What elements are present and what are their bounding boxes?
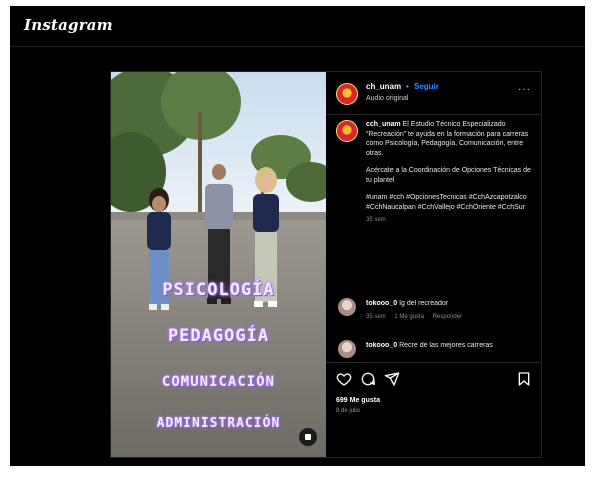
action-bar: 699 Me gusta 8 de julio — [326, 362, 541, 458]
post-modal: PSICOLOGÍA PEDAGOGÍA COMUNICACIÓN ADMINI… — [110, 71, 542, 458]
comment-meta: 35 sem 1 Me gusta Responder — [366, 314, 469, 320]
overlay-comunicacion: COMUNICACIÓN — [161, 374, 276, 390]
bookmark-icon[interactable] — [516, 371, 532, 387]
comment-avatar[interactable] — [338, 340, 356, 358]
top-bar: Instagram — [10, 6, 585, 47]
post-header: ch_unam • Seguir Audio original ··· — [326, 72, 541, 115]
caption-avatar[interactable] — [336, 120, 358, 142]
comment-text: tokooo_0 Ig del recreador — [366, 300, 536, 307]
caption-hashtags[interactable]: #unam #cch #OpcionesTecnicas #CchAzcapot… — [366, 193, 534, 212]
heart-icon[interactable] — [336, 371, 352, 387]
overlay-pedagogia: PEDAGOGÍA — [167, 326, 270, 346]
instagram-frame: Instagram PSICOLOGÍA PEDAGOGÍA COMUNICAC… — [10, 6, 585, 466]
comments-list: tokooo_0 Ig del recreador 35 sem 1 Me gu… — [326, 292, 541, 358]
overlay-administracion: ADMINISTRACIÓN — [156, 416, 281, 431]
caption-text: cch_unam El Estudio Técnico Especializad… — [366, 120, 534, 226]
comment-username[interactable]: tokooo_0 — [366, 300, 397, 307]
comment-avatar[interactable] — [338, 298, 356, 316]
post-media[interactable]: PSICOLOGÍA PEDAGOGÍA COMUNICACIÓN ADMINI… — [111, 72, 326, 457]
comment-username[interactable]: tokooo_0 — [366, 342, 397, 349]
post-sidebar: ch_unam • Seguir Audio original ··· cch_… — [326, 72, 541, 457]
comment-body: Recre de las mejores carreras — [399, 342, 493, 349]
comment-time: 35 sem — [366, 314, 386, 320]
audio-mute-icon[interactable] — [299, 428, 317, 446]
post-date: 8 de julio — [336, 408, 361, 414]
audio-label[interactable]: Audio original — [366, 95, 408, 102]
post-username[interactable]: ch_unam — [366, 82, 401, 91]
comment-icon[interactable] — [360, 371, 376, 387]
more-options-icon[interactable]: ··· — [518, 84, 531, 95]
media-scene — [111, 72, 326, 457]
avatar[interactable] — [336, 83, 358, 105]
comment-body: Ig del recreador — [399, 300, 449, 307]
instagram-logo[interactable]: Instagram — [24, 16, 113, 34]
caption-time: 35 sem — [366, 217, 386, 223]
caption-body-2: Acércate a la Coordinación de Opciones T… — [366, 167, 531, 184]
share-icon[interactable] — [384, 371, 400, 387]
comment-text: tokooo_0 Recre de las mejores carreras — [366, 342, 536, 349]
separator-dot: • — [406, 82, 409, 91]
comment-likes[interactable]: 1 Me gusta — [394, 314, 424, 320]
caption-username[interactable]: cch_unam — [366, 121, 401, 128]
follow-button[interactable]: Seguir — [414, 82, 439, 91]
likes-count[interactable]: 699 Me gusta — [336, 397, 380, 404]
overlay-psicologia: PSICOLOGÍA — [162, 280, 275, 300]
reply-button[interactable]: Responder — [433, 314, 462, 320]
